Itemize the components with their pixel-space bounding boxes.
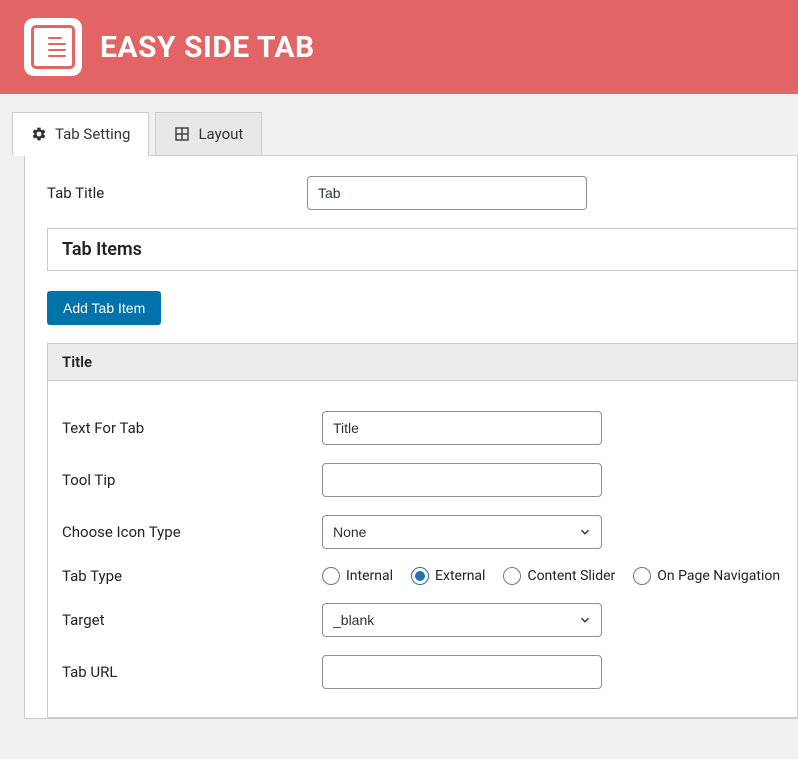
gear-icon [31, 126, 47, 142]
tab-layout-label: Layout [198, 125, 243, 143]
radio-content-slider[interactable]: Content Slider [503, 567, 615, 585]
layout-grid-icon [174, 126, 190, 142]
radio-icon [322, 567, 340, 585]
radio-on-page-navigation-label: On Page Navigation [657, 568, 780, 584]
tab-type-radio-group: Internal External Content Slider On [322, 567, 780, 585]
tab-layout[interactable]: Layout [155, 112, 262, 156]
radio-external[interactable]: External [411, 567, 485, 585]
target-select[interactable]: _blank [322, 603, 602, 637]
radio-icon [633, 567, 651, 585]
settings-panel: Tab Title Tab Items Add Tab Item Title T… [24, 155, 798, 719]
text-for-tab-input[interactable] [322, 411, 602, 445]
radio-internal[interactable]: Internal [322, 567, 393, 585]
plugin-logo [24, 18, 82, 76]
tab-title-label: Tab Title [47, 184, 307, 202]
tab-item-panel: Title Text For Tab Tool Tip Choose Icon … [47, 343, 797, 718]
plugin-title: EASY SIDE TAB [100, 30, 315, 65]
radio-checked-icon [411, 567, 429, 585]
radio-icon [503, 567, 521, 585]
tab-item-header[interactable]: Title [48, 344, 797, 381]
tab-setting-label: Tab Setting [55, 125, 130, 143]
add-tab-item-button[interactable]: Add Tab Item [47, 291, 161, 325]
radio-content-slider-label: Content Slider [527, 568, 615, 584]
radio-external-label: External [435, 568, 485, 584]
tool-tip-input[interactable] [322, 463, 602, 497]
text-for-tab-label: Text For Tab [62, 419, 322, 437]
tab-title-input[interactable] [307, 176, 587, 210]
tab-items-header: Tab Items [47, 228, 797, 271]
tool-tip-label: Tool Tip [62, 471, 322, 489]
target-label: Target [62, 611, 322, 629]
tab-type-label: Tab Type [62, 567, 322, 585]
radio-internal-label: Internal [346, 568, 393, 584]
tab-url-input[interactable] [322, 655, 602, 689]
plugin-header: EASY SIDE TAB [0, 0, 798, 94]
tab-url-label: Tab URL [62, 663, 322, 681]
choose-icon-type-select[interactable]: None [322, 515, 602, 549]
radio-on-page-navigation[interactable]: On Page Navigation [633, 567, 780, 585]
choose-icon-type-label: Choose Icon Type [62, 523, 322, 541]
tab-setting[interactable]: Tab Setting [12, 112, 149, 156]
main-tabs: Tab Setting Layout [12, 112, 798, 156]
